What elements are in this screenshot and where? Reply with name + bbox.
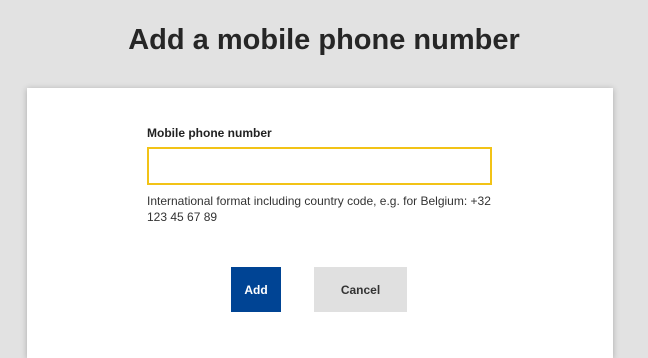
phone-format-help-text: International format including country c… [147, 194, 491, 224]
page-title: Add a mobile phone number [128, 24, 520, 56]
mobile-phone-input[interactable] [147, 147, 492, 185]
cancel-button[interactable]: Cancel [314, 267, 407, 312]
add-button[interactable]: Add [231, 267, 281, 312]
mobile-phone-label: Mobile phone number [147, 126, 272, 140]
phone-form-card: Mobile phone number International format… [27, 88, 613, 358]
